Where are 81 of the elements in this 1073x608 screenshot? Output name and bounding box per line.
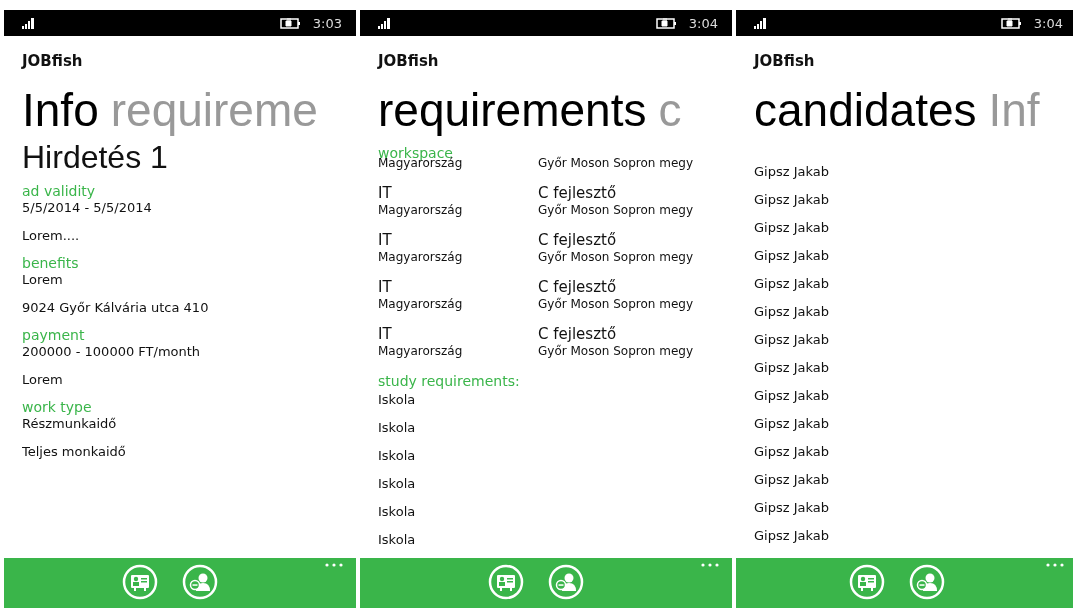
item-subtitle: Győr Moson Sopron megy [538, 202, 694, 218]
card-icon [848, 564, 885, 600]
item-subtitle: Magyarország [378, 343, 464, 359]
item-title: IT [378, 231, 393, 249]
list-item[interactable]: Gipsz Jakab [754, 162, 1073, 182]
clock-time: 3:03 [312, 15, 342, 31]
person-minus-icon [548, 564, 584, 600]
item-subtitle: Magyarország [378, 249, 464, 265]
item-subtitle: Győr Moson Sopron megy [538, 155, 694, 171]
item-title: C fejlesztő [538, 184, 618, 202]
list-item[interactable]: Iskola [378, 474, 732, 494]
card-icon [122, 564, 158, 600]
list-item[interactable]: Gipsz Jakab [754, 442, 1073, 462]
list-item[interactable]: Gipsz Jakab [754, 302, 1073, 322]
person-minus-icon [182, 564, 218, 600]
section-label: ad validity [22, 182, 97, 200]
list-item[interactable]: Gipsz Jakab [754, 246, 1073, 266]
signal-icon [22, 17, 34, 29]
app-bar-button[interactable] [548, 564, 584, 600]
list-item[interactable]: Iskola [378, 446, 732, 466]
list-item[interactable]: Gipsz Jakab [754, 190, 1073, 210]
app-bar-button[interactable] [488, 564, 524, 600]
field-value: 5/5/2014 - 5/5/2014 [22, 199, 153, 217]
person-minus-icon [908, 564, 945, 600]
item-title: IT [378, 278, 393, 296]
list-item[interactable]: Gipsz Jakab [754, 498, 1073, 518]
battery-charging-icon [279, 17, 301, 29]
field-value: Lorem [22, 271, 64, 289]
page-heading: Hirdetés 1 [22, 138, 169, 176]
item-title: C fejlesztő [538, 325, 618, 343]
item-subtitle: Győr Moson Sopron megy [538, 343, 694, 359]
pivot-header[interactable]: Info [22, 82, 99, 138]
list-item[interactable]: Gipsz Jakab [754, 330, 1073, 350]
field-value: Lorem.... [22, 227, 81, 245]
list-item[interactable]: Gipsz Jakab [754, 218, 1073, 238]
item-subtitle: Magyarország [378, 296, 464, 312]
pivot-header[interactable]: candidates [754, 82, 977, 138]
item-title: C fejlesztő [538, 231, 618, 249]
item-title: IT [378, 184, 393, 202]
section-label: study requirements: [378, 372, 521, 390]
app-bar-button[interactable] [848, 564, 885, 600]
list-item[interactable]: Iskola [378, 502, 732, 522]
list-item[interactable]: Gipsz Jakab [754, 414, 1073, 434]
list-item[interactable]: Gipsz Jakab [754, 470, 1073, 490]
field-value: Teljes monkaidő [22, 443, 127, 461]
list-item[interactable]: Gipsz Jakab [754, 386, 1073, 406]
app-bar-button[interactable] [182, 564, 218, 600]
clock-time: 3:04 [1033, 15, 1063, 31]
field-value: Lorem [22, 371, 64, 389]
section-label: benefits [22, 254, 80, 272]
list-item[interactable]: Iskola [378, 418, 732, 438]
signal-icon [754, 17, 766, 29]
section-label: payment [22, 326, 86, 344]
app-title: JOBfish [754, 52, 816, 70]
item-title: IT [378, 325, 393, 343]
signal-icon [378, 17, 390, 29]
app-title: JOBfish [378, 52, 440, 70]
more-icon[interactable] [324, 562, 344, 568]
list-item[interactable]: Gipsz Jakab [754, 358, 1073, 378]
item-subtitle: Magyarország [378, 202, 464, 218]
app-bar-button[interactable] [908, 564, 945, 600]
more-icon[interactable] [700, 562, 720, 568]
app-bar-button[interactable] [122, 564, 158, 600]
item-title: C fejlesztő [538, 278, 618, 296]
battery-charging-icon [1000, 17, 1022, 29]
list-item[interactable]: Iskola [378, 390, 732, 410]
field-value: Részmunkaidő [22, 415, 118, 433]
field-value: 9024 Győr Kálvária utca 410 [22, 299, 210, 317]
list-item[interactable]: Gipsz Jakab [754, 274, 1073, 294]
more-icon[interactable] [1045, 562, 1065, 568]
item-subtitle: Győr Moson Sopron megy [538, 296, 694, 312]
list-item[interactable]: Gipsz Jakab [754, 526, 1073, 546]
battery-charging-icon [655, 17, 677, 29]
card-icon [488, 564, 524, 600]
app-title: JOBfish [22, 52, 84, 70]
item-subtitle: Győr Moson Sopron megy [538, 249, 694, 265]
clock-time: 3:04 [688, 15, 718, 31]
list-item[interactable]: Iskola [378, 530, 732, 550]
section-label: work type [22, 398, 93, 416]
field-value: 200000 - 100000 FT/month [22, 343, 202, 361]
pivot-header[interactable]: requirements [378, 82, 647, 138]
